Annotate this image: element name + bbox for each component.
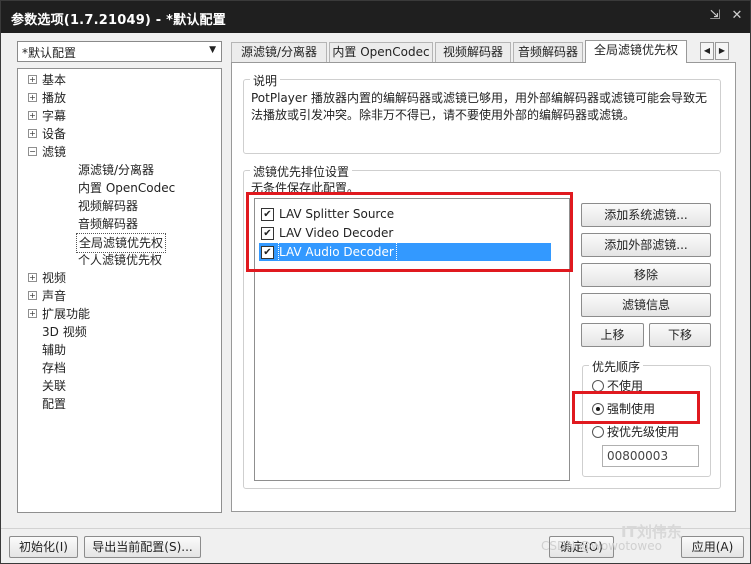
tab-scroll-left-icon[interactable]: ◀ bbox=[700, 42, 714, 60]
profile-select-value: *默认配置 bbox=[22, 46, 77, 60]
filter-list[interactable]: ✔ LAV Splitter Source ✔ LAV Video Decoder ✔ L… bbox=[254, 198, 570, 481]
tree-item-label: 配置 bbox=[42, 397, 67, 411]
tab[interactable]: 全局滤镜优先权 bbox=[585, 40, 687, 63]
pin-icon[interactable]: ⇲ bbox=[706, 7, 724, 25]
filter-checkbox[interactable]: ✔ bbox=[261, 208, 274, 221]
tree-item-label: 关联 bbox=[42, 379, 67, 393]
expand-icon[interactable]: + bbox=[28, 273, 37, 282]
tree-item-label: 3D 视频 bbox=[42, 325, 87, 339]
tree-item-label: 辅助 bbox=[42, 343, 67, 357]
tree-item-label: 全局滤镜优先权 bbox=[76, 233, 167, 253]
filter-checkbox[interactable]: ✔ bbox=[261, 246, 274, 259]
tree-item-label: 扩展功能 bbox=[42, 307, 91, 321]
order-radio[interactable]: 强制使用 bbox=[592, 400, 712, 418]
tree-item-label: 个人滤镜优先权 bbox=[78, 253, 163, 267]
remove-button[interactable]: 移除 bbox=[581, 263, 711, 287]
priority-subtitle: 无条件保存此配置。 bbox=[251, 181, 360, 195]
export-config-button[interactable]: 导出当前配置(S)... bbox=[84, 536, 201, 558]
apply-button[interactable]: 应用(A) bbox=[681, 536, 744, 558]
add-external-filter-button[interactable]: 添加外部滤镜... bbox=[581, 233, 711, 257]
settings-tree[interactable]: + 基本 + 播放 + 字幕 + 设备 − 滤镜 源滤镜/分离器内置 OpenCodec 视频解码器音… bbox=[17, 68, 222, 513]
tree-item-label: 存档 bbox=[42, 361, 67, 375]
order-radio-label: 强制使用 bbox=[607, 402, 656, 416]
expand-icon[interactable]: + bbox=[28, 93, 37, 102]
radio-circle[interactable] bbox=[592, 426, 604, 438]
expand-icon[interactable]: + bbox=[28, 111, 37, 120]
move-up-button[interactable]: 上移 bbox=[581, 323, 644, 347]
description-title: 说明 bbox=[250, 72, 281, 89]
tree-item-label: 源滤镜/分离器 bbox=[78, 163, 155, 177]
init-button[interactable]: 初始化(I) bbox=[9, 536, 78, 558]
description-text: PotPlayer 播放器内置的编解码器或滤镜已够用，用外部编解码器或滤镜可能会… bbox=[251, 91, 708, 122]
filter-row[interactable]: ✔ LAV Video Decoder bbox=[259, 224, 551, 242]
collapse-icon[interactable]: − bbox=[28, 147, 37, 156]
preferences-window: 参数选项(1.7.21049) - *默认配置 ⇲ ✕ *默认配置 ▼ + 基本 +… bbox=[0, 0, 751, 564]
tab-bar: 全局滤镜优先权 音频解码器 视频解码器 内置 OpenCodec 源滤镜/分离器 ◀ ▶ bbox=[231, 40, 729, 63]
order-radio-label: 按优先级使用 bbox=[607, 425, 680, 439]
title-bar[interactable]: 参数选项(1.7.21049) - *默认配置 ⇲ ✕ bbox=[1, 1, 750, 33]
tree-item-label: 播放 bbox=[42, 91, 67, 105]
expand-icon[interactable]: + bbox=[28, 75, 37, 84]
expand-icon[interactable]: + bbox=[28, 129, 37, 138]
order-title: 优先顺序 bbox=[589, 358, 644, 375]
filter-checkbox[interactable]: ✔ bbox=[261, 227, 274, 240]
order-radio[interactable]: 不使用 bbox=[592, 377, 712, 395]
priority-value-field[interactable]: 00800003 bbox=[602, 445, 699, 467]
filter-row[interactable]: ✔ LAV Audio Decoder bbox=[259, 242, 551, 262]
chevron-down-icon: ▼ bbox=[209, 45, 216, 55]
filter-label: LAV Audio Decoder bbox=[278, 242, 397, 262]
profile-select[interactable]: *默认配置 ▼ bbox=[17, 41, 222, 62]
filter-row[interactable]: ✔ LAV Splitter Source bbox=[259, 205, 551, 223]
close-icon[interactable]: ✕ bbox=[728, 7, 746, 25]
tree-item-label: 字幕 bbox=[42, 109, 67, 123]
priority-title: 滤镜优先排位设置 bbox=[250, 163, 353, 180]
window-title: 参数选项(1.7.21049) - *默认配置 bbox=[11, 13, 226, 28]
tab-scroll-right-icon[interactable]: ▶ bbox=[715, 42, 729, 60]
move-down-button[interactable]: 下移 bbox=[649, 323, 711, 347]
radio-circle[interactable] bbox=[592, 380, 604, 392]
tree-item-label: 声音 bbox=[42, 289, 67, 303]
tree-item-label: 设备 bbox=[42, 127, 67, 141]
watermark-sub: CSDN @wowotoweo bbox=[541, 539, 662, 553]
tree-item-label: 基本 bbox=[42, 73, 67, 87]
tab[interactable]: 内置 OpenCodec bbox=[329, 42, 433, 62]
tab[interactable]: 音频解码器 bbox=[513, 42, 583, 62]
tree-item-label: 视频解码器 bbox=[78, 199, 139, 213]
radio-circle[interactable] bbox=[592, 403, 604, 415]
tree-item-label: 音频解码器 bbox=[78, 217, 139, 231]
add-system-filter-button[interactable]: 添加系统滤镜... bbox=[581, 203, 711, 227]
order-radio-label: 不使用 bbox=[607, 379, 644, 393]
order-radio[interactable]: 按优先级使用 bbox=[592, 423, 712, 441]
filter-label: LAV Splitter Source bbox=[279, 207, 395, 221]
filter-info-button[interactable]: 滤镜信息 bbox=[581, 293, 711, 317]
tree-item-label: 内置 OpenCodec bbox=[78, 181, 176, 195]
tree-item-label: 视频 bbox=[42, 271, 67, 285]
expand-icon[interactable]: + bbox=[28, 291, 37, 300]
filter-label: LAV Video Decoder bbox=[279, 226, 394, 240]
tab[interactable]: 视频解码器 bbox=[435, 42, 511, 62]
tree-item-label: 滤镜 bbox=[42, 145, 67, 159]
expand-icon[interactable]: + bbox=[28, 309, 37, 318]
tab[interactable]: 源滤镜/分离器 bbox=[231, 42, 327, 62]
